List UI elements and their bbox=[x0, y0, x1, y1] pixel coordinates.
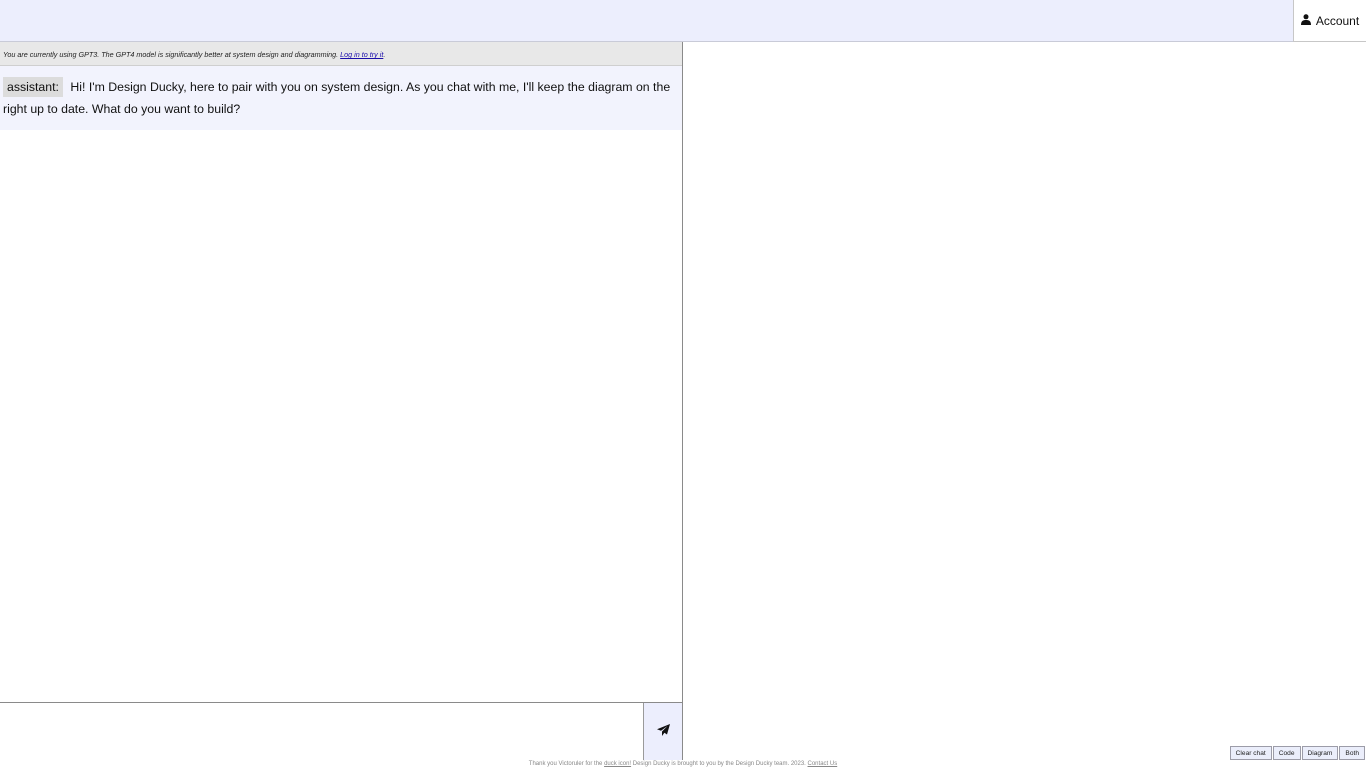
paper-plane-icon bbox=[656, 723, 670, 741]
model-notice: You are currently using GPT3. The GPT4 m… bbox=[0, 42, 682, 66]
code-view-button[interactable]: Code bbox=[1272, 746, 1301, 760]
footer-middle: Design Ducky is brought to you by the De… bbox=[631, 761, 808, 767]
duck-icon-link[interactable]: duck icon! bbox=[604, 761, 631, 767]
diagram-pane bbox=[683, 42, 1366, 760]
login-link[interactable]: Log in to try it bbox=[340, 50, 383, 59]
user-icon bbox=[1300, 13, 1311, 28]
message-composer bbox=[0, 702, 682, 760]
account-label: Account bbox=[1315, 13, 1360, 28]
chat-pane: You are currently using GPT3. The GPT4 m… bbox=[0, 42, 683, 760]
footer: Thank you Victoruler for the duck icon! … bbox=[0, 760, 1366, 768]
message-text: Hi! I'm Design Ducky, here to pair with … bbox=[3, 80, 671, 116]
chat-message: assistant: Hi! I'm Design Ducky, here to… bbox=[0, 66, 682, 130]
send-button[interactable] bbox=[643, 703, 682, 760]
message-input[interactable] bbox=[0, 703, 644, 760]
clear-chat-button[interactable]: Clear chat bbox=[1229, 746, 1272, 760]
footer-prefix: Thank you Victoruler for the bbox=[528, 761, 605, 767]
message-role-tag: assistant: bbox=[3, 77, 63, 97]
both-view-button[interactable]: Both bbox=[1339, 746, 1365, 760]
top-bar: Account bbox=[0, 0, 1366, 42]
account-button[interactable]: Account bbox=[1293, 0, 1366, 42]
view-controls: Clear chat Code Diagram Both bbox=[1229, 746, 1365, 760]
notice-text: You are currently using GPT3. The GPT4 m… bbox=[3, 50, 341, 59]
diagram-view-button[interactable]: Diagram bbox=[1301, 746, 1339, 760]
contact-us-link[interactable]: Contact Us bbox=[808, 761, 838, 767]
